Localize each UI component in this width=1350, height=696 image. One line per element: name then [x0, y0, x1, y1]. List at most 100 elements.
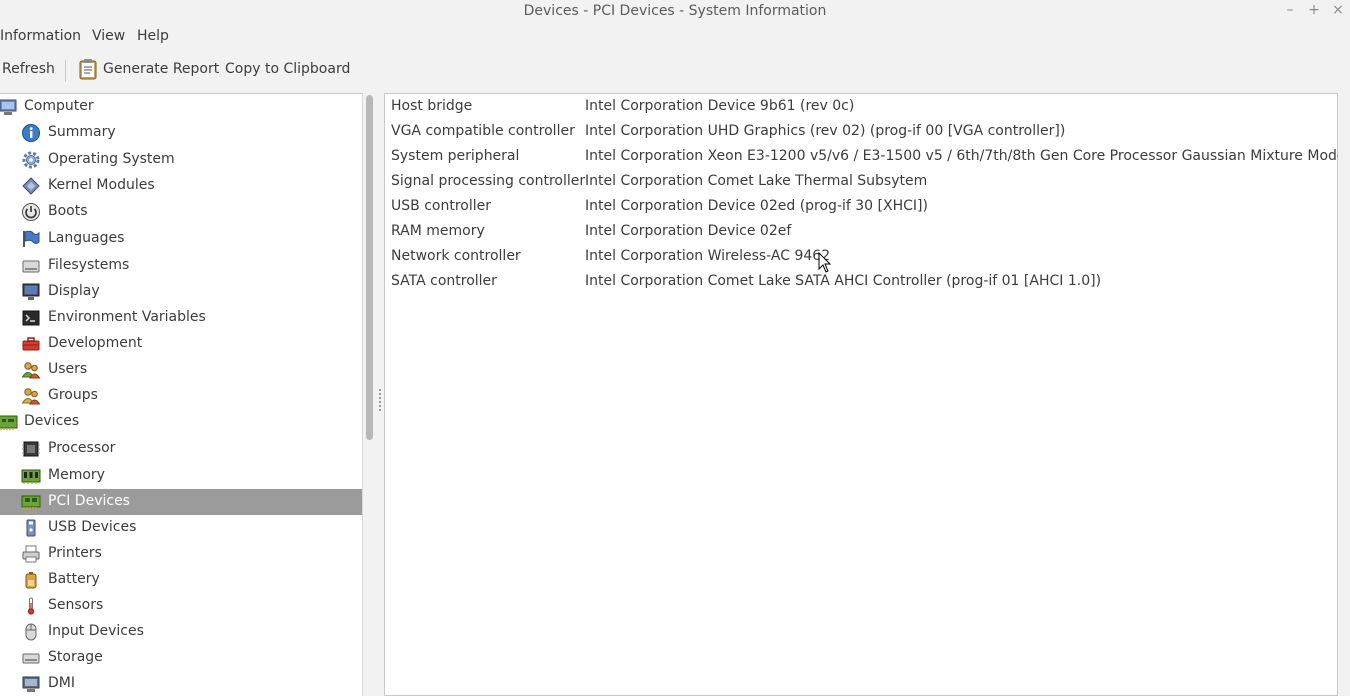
sidebar-item-label: Display — [48, 283, 100, 299]
flag-icon — [21, 229, 41, 249]
sidebar-scrollbar[interactable] — [362, 93, 376, 696]
maximize-button[interactable]: + — [1306, 2, 1322, 18]
sidebar-item-operating-system[interactable]: Operating System — [0, 147, 362, 173]
sidebar-item-label: Sensors — [48, 597, 104, 613]
sidebar-item-development[interactable]: Development — [0, 331, 362, 357]
info-icon — [21, 123, 41, 143]
sidebar-item-storage[interactable]: Storage — [0, 645, 362, 671]
device-name: Intel Corporation Device 02ed (prog-if 3… — [585, 198, 928, 214]
sidebar-item-label: USB Devices — [48, 519, 137, 535]
device-type: Network controller — [391, 248, 521, 264]
sidebar-item-label: Battery — [48, 571, 100, 587]
sidebar-item-label: Environment Variables — [48, 309, 206, 325]
device-row[interactable]: Signal processing controller Intel Corpor… — [391, 169, 1331, 194]
memory-icon — [21, 466, 41, 486]
groups-icon — [21, 386, 41, 406]
sidebar-item-dmi[interactable]: DMI — [0, 671, 362, 696]
toolbar: Refresh Generate Report Copy to Clipboar… — [0, 52, 1350, 88]
sidebar-item-groups[interactable]: Groups — [0, 383, 362, 409]
sidebar-item-sensors[interactable]: Sensors — [0, 593, 362, 619]
sidebar-scrollbar-thumb[interactable] — [366, 95, 373, 440]
sidebar-item-filesystems[interactable]: Filesystems — [0, 253, 362, 279]
device-row[interactable]: USB controller Intel Corporation Device 0… — [391, 194, 1331, 219]
menu-information[interactable]: Information — [0, 28, 81, 44]
device-row[interactable]: Network controller Intel Corporation Wire… — [391, 244, 1331, 269]
device-name: Intel Corporation Xeon E3-1200 v5/v6 / E… — [585, 148, 1350, 164]
sidebar-item-boots[interactable]: Boots — [0, 199, 362, 225]
sidebar-item-memory[interactable]: Memory — [0, 463, 362, 489]
sidebar-item-devices[interactable]: Devices — [0, 409, 362, 435]
device-name: Intel Corporation Comet Lake SATA AHCI C… — [585, 273, 1102, 289]
sidebar-item-computer[interactable]: Computer — [0, 94, 362, 120]
device-row[interactable]: VGA compatible controller Intel Corporati… — [391, 119, 1331, 144]
device-row[interactable]: RAM memory Intel Corporation Device 02ef — [391, 219, 1331, 244]
monitor-icon — [21, 282, 41, 302]
toolbox-icon — [21, 334, 41, 354]
device-type: USB controller — [391, 198, 491, 214]
board-icon — [0, 412, 18, 432]
sidebar-item-label: Memory — [48, 467, 105, 483]
sidebar-item-environment-variables[interactable]: Environment Variables — [0, 305, 362, 331]
sidebar-item-label: Groups — [48, 387, 98, 403]
sidebar-item-label: Input Devices — [48, 623, 144, 639]
sidebar-item-users[interactable]: Users — [0, 357, 362, 383]
sidebar-item-pci-devices[interactable]: PCI Devices — [0, 489, 362, 515]
sidebar-item-input-devices[interactable]: Input Devices — [0, 619, 362, 645]
report-icon[interactable] — [78, 58, 98, 80]
sidebar-item-printers[interactable]: Printers — [0, 541, 362, 567]
sidebar-item-label: Devices — [24, 413, 80, 429]
device-type: Signal processing controller — [391, 173, 586, 189]
sidebar-item-label: Development — [48, 335, 143, 351]
dmi-icon — [21, 674, 41, 694]
device-name: Intel Corporation Device 9b61 (rev 0c) — [585, 98, 855, 114]
refresh-button[interactable]: Refresh — [2, 61, 55, 77]
sidebar-item-label: Filesystems — [48, 257, 130, 273]
sidebar-item-display[interactable]: Display — [0, 279, 362, 305]
printer-icon — [21, 544, 41, 564]
device-name: Intel Corporation Comet Lake Thermal Sub… — [585, 173, 928, 189]
device-row[interactable]: SATA controller Intel Corporation Comet L… — [391, 269, 1331, 294]
sidebar-item-kernel-modules[interactable]: Kernel Modules — [0, 173, 362, 199]
sidebar-item-label: Printers — [48, 545, 102, 561]
sidebar-item-summary[interactable]: Summary — [0, 120, 362, 146]
storage-icon — [21, 648, 41, 668]
pane-splitter[interactable] — [376, 93, 384, 696]
close-button[interactable]: × — [1330, 2, 1346, 18]
sidebar-item-battery[interactable]: Battery — [0, 567, 362, 593]
device-name: Intel Corporation Wireless-AC 9462 — [585, 248, 831, 264]
sidebar-item-label: Users — [48, 361, 88, 377]
sidebar-item-label: Operating System — [48, 151, 175, 167]
toolbar-separator — [65, 60, 66, 82]
menu-view[interactable]: View — [92, 28, 125, 44]
menu-help[interactable]: Help — [137, 28, 169, 44]
minimize-button[interactable]: – — [1282, 2, 1298, 18]
content-scroll-gutter — [1338, 93, 1350, 696]
device-type: VGA compatible controller — [391, 123, 575, 139]
device-list: Host bridge Intel Corporation Device 9b61… — [384, 93, 1349, 696]
pci-icon — [21, 492, 41, 512]
sidebar-item-processor[interactable]: Processor — [0, 436, 362, 462]
device-row[interactable]: Host bridge Intel Corporation Device 9b61… — [391, 94, 1331, 119]
sidebar-item-usb-devices[interactable]: USB Devices — [0, 515, 362, 541]
device-row[interactable]: System peripheral Intel Corporation Xeon … — [391, 144, 1349, 169]
mouse-cursor-icon — [818, 252, 832, 273]
sidebar-item-label: Processor — [48, 440, 116, 456]
sidebar-item-label: Boots — [48, 203, 88, 219]
splitter-grip[interactable] — [379, 389, 381, 411]
thermometer-icon — [21, 596, 41, 616]
menu-bar: Information View Help — [0, 24, 1350, 49]
window-title: Devices - PCI Devices - System Informati… — [523, 3, 827, 19]
sidebar-item-label: DMI — [48, 675, 75, 691]
sidebar-item-label: Summary — [48, 124, 116, 140]
copy-to-clipboard-button[interactable]: Copy to Clipboard — [225, 61, 350, 77]
module-icon — [21, 176, 41, 196]
cpu-icon — [21, 439, 41, 459]
gear-icon — [21, 150, 41, 170]
sidebar-tree: Computer Summary Operating System Kernel Mo… — [0, 93, 362, 696]
sidebar-item-languages[interactable]: Languages — [0, 226, 362, 252]
sidebar-item-label: PCI Devices — [48, 493, 130, 509]
device-type: RAM memory — [391, 223, 485, 239]
generate-report-button[interactable]: Generate Report — [103, 61, 219, 77]
device-type: System peripheral — [391, 148, 520, 164]
sidebar-item-label: Kernel Modules — [48, 177, 155, 193]
